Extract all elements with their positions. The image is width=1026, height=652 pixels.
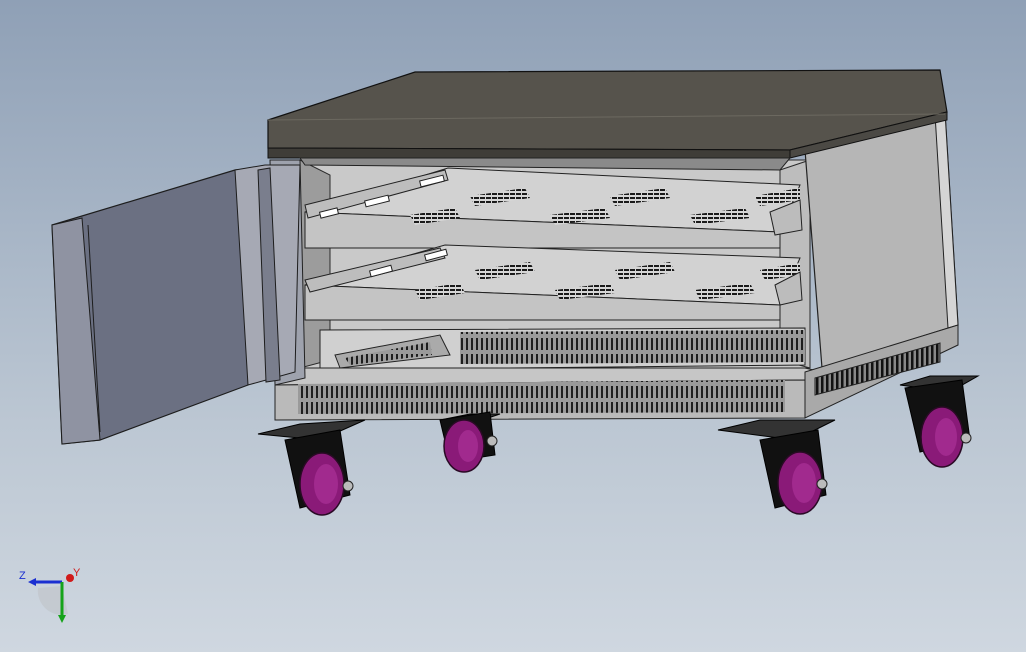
cabinet-side-panel xyxy=(804,111,959,369)
triad-z-label: Z xyxy=(19,570,26,582)
cabinet-door[interactable] xyxy=(51,164,301,445)
bottom-vent-grill xyxy=(319,327,806,371)
graphics-viewport[interactable]: Z Y xyxy=(0,0,1026,652)
caster-front-right xyxy=(759,429,828,515)
cart-model[interactable] xyxy=(0,0,1026,652)
caster-back-left xyxy=(439,411,498,473)
caster-back-right xyxy=(904,379,972,468)
caster-front-left xyxy=(284,429,354,516)
triad-y-label: Y xyxy=(73,567,81,579)
